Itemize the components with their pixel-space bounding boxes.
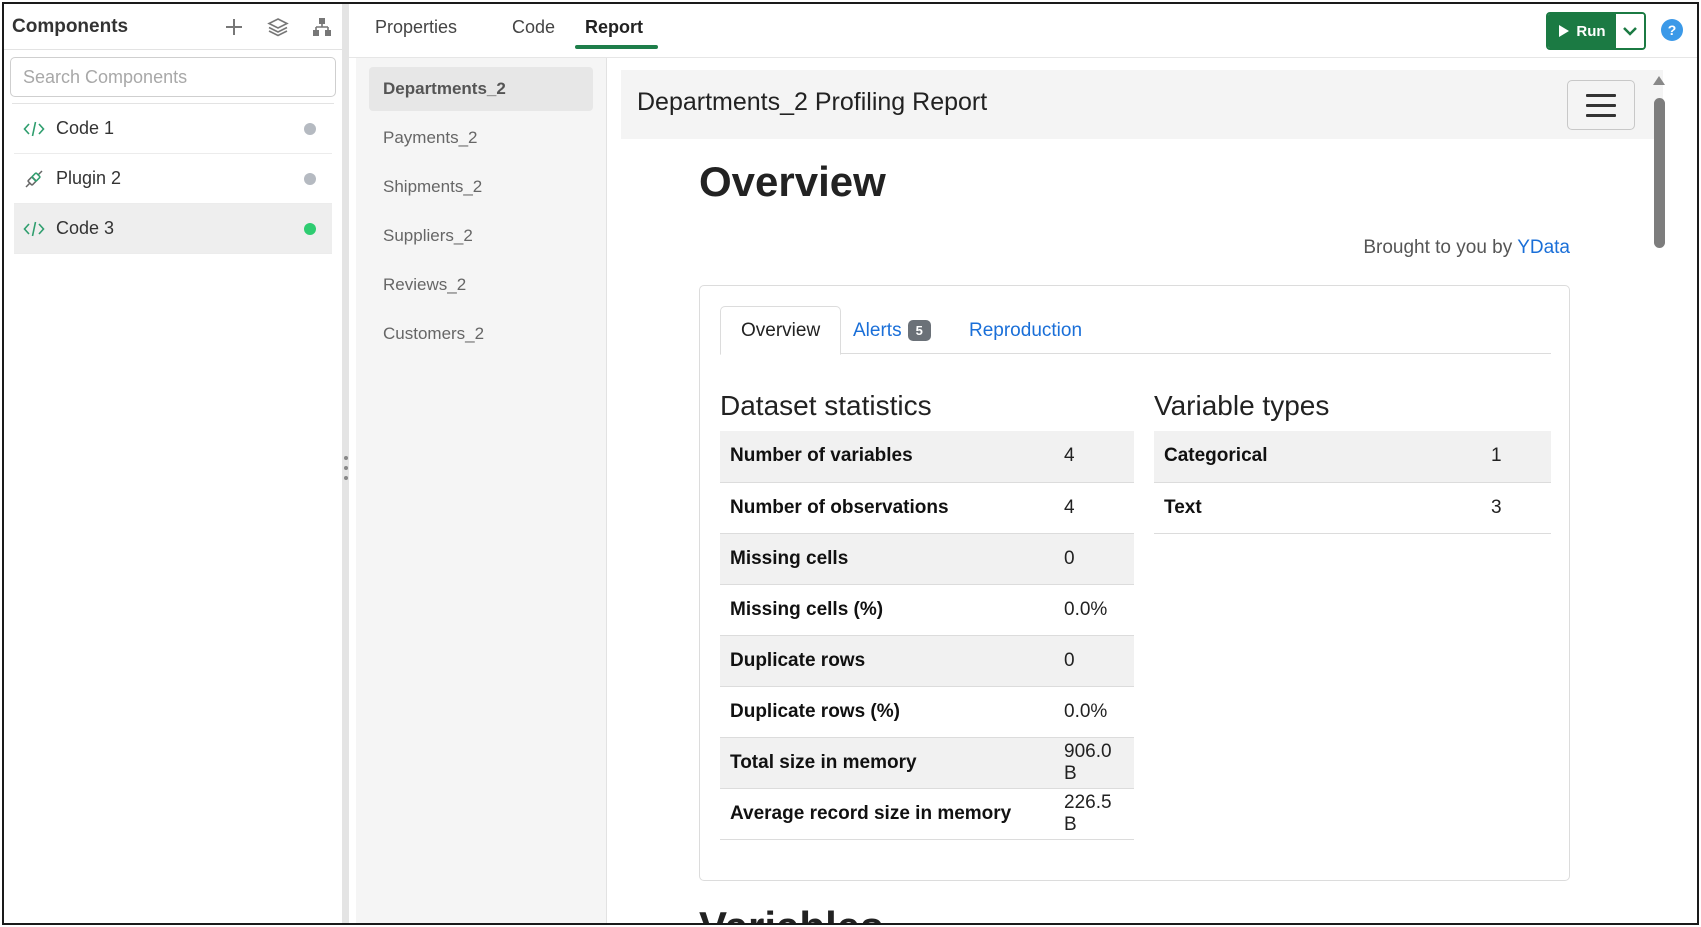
- table-row: Number of observations 4: [720, 482, 1134, 534]
- dataset-item-shipments[interactable]: Shipments_2: [369, 165, 593, 209]
- table-row: Categorical 1: [1154, 431, 1551, 483]
- components-panel: Components Code 1: [4, 4, 342, 923]
- dataset-list: Departments_2 Payments_2 Shipments_2 Sup…: [356, 58, 607, 923]
- alerts-label: Alerts: [853, 319, 902, 341]
- alerts-count-badge: 5: [907, 320, 931, 341]
- table-row: Text 3: [1154, 482, 1551, 534]
- variables-heading: Variables: [699, 903, 883, 923]
- type-value: 1: [1481, 431, 1551, 483]
- search-input[interactable]: [23, 66, 323, 88]
- table-row: Duplicate rows (%) 0.0%: [720, 686, 1134, 738]
- stat-label: Duplicate rows: [720, 635, 1054, 687]
- overview-card: Overview Alerts 5 Reproduction Dataset s…: [699, 285, 1570, 881]
- scroll-up-arrow[interactable]: [1653, 76, 1665, 85]
- stat-value: 4: [1054, 482, 1134, 534]
- page-title: Overview: [699, 158, 886, 205]
- stat-value: 0.0%: [1054, 686, 1134, 738]
- component-label: Code 1: [56, 118, 115, 138]
- plugin-icon: [22, 167, 46, 191]
- menu-toggle-button[interactable]: [1567, 80, 1635, 130]
- hierarchy-icon[interactable]: [310, 15, 334, 39]
- table-row: Average record size in memory 226.5 B: [720, 788, 1134, 840]
- help-button[interactable]: ?: [1661, 19, 1683, 41]
- stat-label: Number of observations: [720, 482, 1054, 534]
- tab-report[interactable]: Report: [573, 4, 655, 50]
- table-row: Total size in memory 906.0 B: [720, 737, 1134, 789]
- table-row: Duplicate rows 0: [720, 635, 1134, 687]
- top-tab-bar: Properties Code Report: [349, 4, 1697, 58]
- drag-handle-icon[interactable]: [343, 456, 348, 480]
- component-label: Code 3: [56, 218, 115, 238]
- app-window: Components Code 1: [2, 2, 1699, 925]
- stat-label: Total size in memory: [720, 737, 1054, 789]
- dataset-statistics-table: Number of variables 4 Number of observati…: [720, 431, 1134, 840]
- table-row: Number of variables 4: [720, 431, 1134, 483]
- variable-types-table: Categorical 1 Text 3: [1154, 431, 1551, 534]
- type-label: Categorical: [1154, 431, 1481, 483]
- table-row: Missing cells 0: [720, 533, 1134, 585]
- run-button-group: Run: [1546, 12, 1646, 50]
- tab-alerts[interactable]: Alerts 5: [833, 306, 951, 355]
- status-dot: [304, 172, 316, 185]
- type-value: 3: [1481, 482, 1551, 534]
- run-label: Run: [1576, 22, 1606, 40]
- active-tab-indicator: [575, 45, 658, 49]
- brought-by: Brought to you by YData: [1363, 237, 1570, 259]
- ydata-link[interactable]: YData: [1517, 237, 1570, 258]
- scrollbar-thumb[interactable]: [1654, 98, 1665, 248]
- code-icon: [22, 117, 46, 141]
- run-dropdown-button[interactable]: [1616, 14, 1644, 48]
- stat-value: 0.0%: [1054, 584, 1134, 636]
- dataset-item-customers[interactable]: Customers_2: [369, 312, 593, 356]
- tab-properties[interactable]: Properties: [363, 4, 469, 50]
- dataset-item-departments[interactable]: Departments_2: [369, 67, 593, 111]
- component-item-code-3[interactable]: Code 3: [14, 204, 332, 254]
- dataset-item-reviews[interactable]: Reviews_2: [369, 263, 593, 307]
- components-title: Components: [12, 15, 129, 37]
- stat-value: 4: [1054, 431, 1134, 483]
- stat-value: 0: [1054, 635, 1134, 687]
- component-label: Plugin 2: [56, 168, 122, 188]
- component-item-code-1[interactable]: Code 1: [14, 104, 332, 154]
- layers-icon[interactable]: [266, 15, 290, 39]
- add-icon[interactable]: [222, 15, 246, 39]
- status-dot: [304, 122, 316, 135]
- tab-overview[interactable]: Overview: [720, 306, 842, 355]
- stat-value: 226.5 B: [1054, 788, 1134, 840]
- code-icon: [22, 217, 46, 241]
- stat-value: 906.0 B: [1054, 737, 1134, 789]
- search-box: [10, 57, 336, 97]
- stat-label: Average record size in memory: [720, 788, 1054, 840]
- play-icon: [1559, 25, 1570, 37]
- report-view: Departments_2 Profiling Report Overview …: [607, 58, 1669, 923]
- stat-label: Missing cells: [720, 533, 1054, 585]
- report-title: Departments_2 Profiling Report: [637, 88, 988, 116]
- brought-prefix: Brought to you by: [1363, 237, 1513, 258]
- type-label: Text: [1154, 482, 1481, 534]
- component-item-plugin-2[interactable]: Plugin 2: [14, 154, 332, 204]
- stat-label: Number of variables: [720, 431, 1054, 483]
- components-header: Components: [4, 4, 342, 50]
- report-navbar: Departments_2 Profiling Report: [621, 70, 1663, 139]
- status-dot: [304, 222, 316, 235]
- dataset-item-payments[interactable]: Payments_2: [369, 116, 593, 160]
- variable-types-heading: Variable types: [1154, 390, 1330, 421]
- tab-code[interactable]: Code: [500, 4, 567, 50]
- table-row: Missing cells (%) 0.0%: [720, 584, 1134, 636]
- chevron-down-icon: [1623, 27, 1637, 36]
- stat-label: Missing cells (%): [720, 584, 1054, 636]
- stat-value: 0: [1054, 533, 1134, 585]
- tab-reproduction[interactable]: Reproduction: [949, 306, 1102, 355]
- run-button[interactable]: Run: [1548, 14, 1616, 48]
- dataset-item-suppliers[interactable]: Suppliers_2: [369, 214, 593, 258]
- overview-tabs: Overview Alerts 5 Reproduction: [720, 306, 1551, 355]
- stat-label: Duplicate rows (%): [720, 686, 1054, 738]
- dataset-statistics-heading: Dataset statistics: [720, 390, 932, 421]
